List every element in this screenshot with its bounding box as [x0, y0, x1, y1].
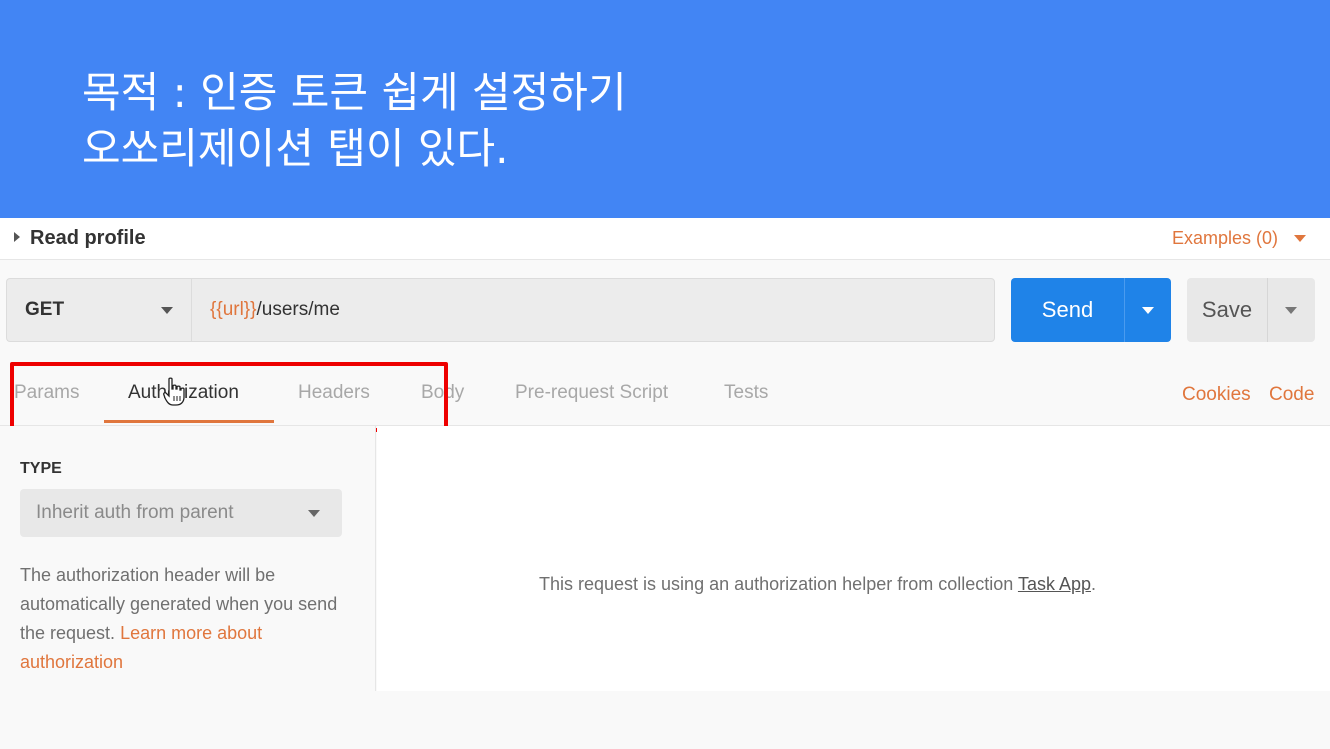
code-link[interactable]: Code [1269, 384, 1314, 406]
tab-tests[interactable]: Tests [724, 382, 768, 404]
auth-helper-suffix: . [1090, 574, 1096, 594]
examples-dropdown[interactable]: Examples (0) [1172, 228, 1278, 249]
caret-down-icon[interactable] [1294, 235, 1306, 242]
slide-banner: 목적 : 인증 토큰 쉽게 설정하기 오쏘리제이션 탭이 있다. [0, 0, 1330, 218]
chevron-down-icon [161, 307, 173, 314]
postman-request-window: Read profile Examples (0) GET {{url}}/us… [0, 218, 1330, 749]
slide-subtitle: 오쏘리제이션 탭이 있다. [82, 124, 509, 173]
auth-type-label: TYPE [20, 460, 62, 477]
collection-link[interactable]: Task App [1018, 574, 1091, 594]
chevron-down-icon [308, 510, 320, 517]
url-input[interactable]: {{url}}/users/me [191, 278, 995, 342]
auth-helper-message: This request is using an authorization h… [539, 574, 1096, 595]
method-select[interactable]: GET [6, 278, 191, 342]
auth-type-value: Inherit auth from parent [36, 502, 234, 523]
method-label: GET [25, 299, 65, 320]
hand-pointer-icon [163, 377, 185, 406]
chevron-down-icon [1285, 307, 1297, 314]
highlight-annotation-box [10, 362, 448, 432]
url-bar: GET {{url}}/users/me Send Save [0, 260, 1330, 356]
send-options-button[interactable] [1124, 278, 1171, 342]
auth-helper-panel: This request is using an authorization h… [377, 426, 1330, 691]
save-button[interactable]: Save [1187, 278, 1267, 342]
auth-description: The authorization header will be automat… [20, 561, 365, 677]
auth-helper-text: This request is using an authorization h… [539, 574, 1018, 594]
send-button[interactable]: Send [1011, 278, 1124, 342]
request-tabs: Params Authorization Headers Body Pre-re… [0, 356, 1330, 432]
request-name[interactable]: Read profile [30, 227, 146, 250]
caret-right-icon[interactable] [14, 232, 20, 242]
tab-pre-request-script[interactable]: Pre-request Script [515, 382, 668, 404]
auth-type-select[interactable]: Inherit auth from parent [20, 489, 342, 537]
request-title-bar: Read profile Examples (0) [0, 218, 1330, 260]
url-path: /users/me [256, 299, 340, 320]
slide-title: 목적 : 인증 토큰 쉽게 설정하기 [82, 68, 627, 117]
auth-type-panel: TYPE Inherit auth from parent The author… [0, 426, 376, 691]
save-options-button[interactable] [1267, 278, 1315, 342]
cookies-link[interactable]: Cookies [1182, 384, 1251, 406]
chevron-down-icon [1142, 307, 1154, 314]
url-variable: {{url}} [210, 299, 257, 320]
